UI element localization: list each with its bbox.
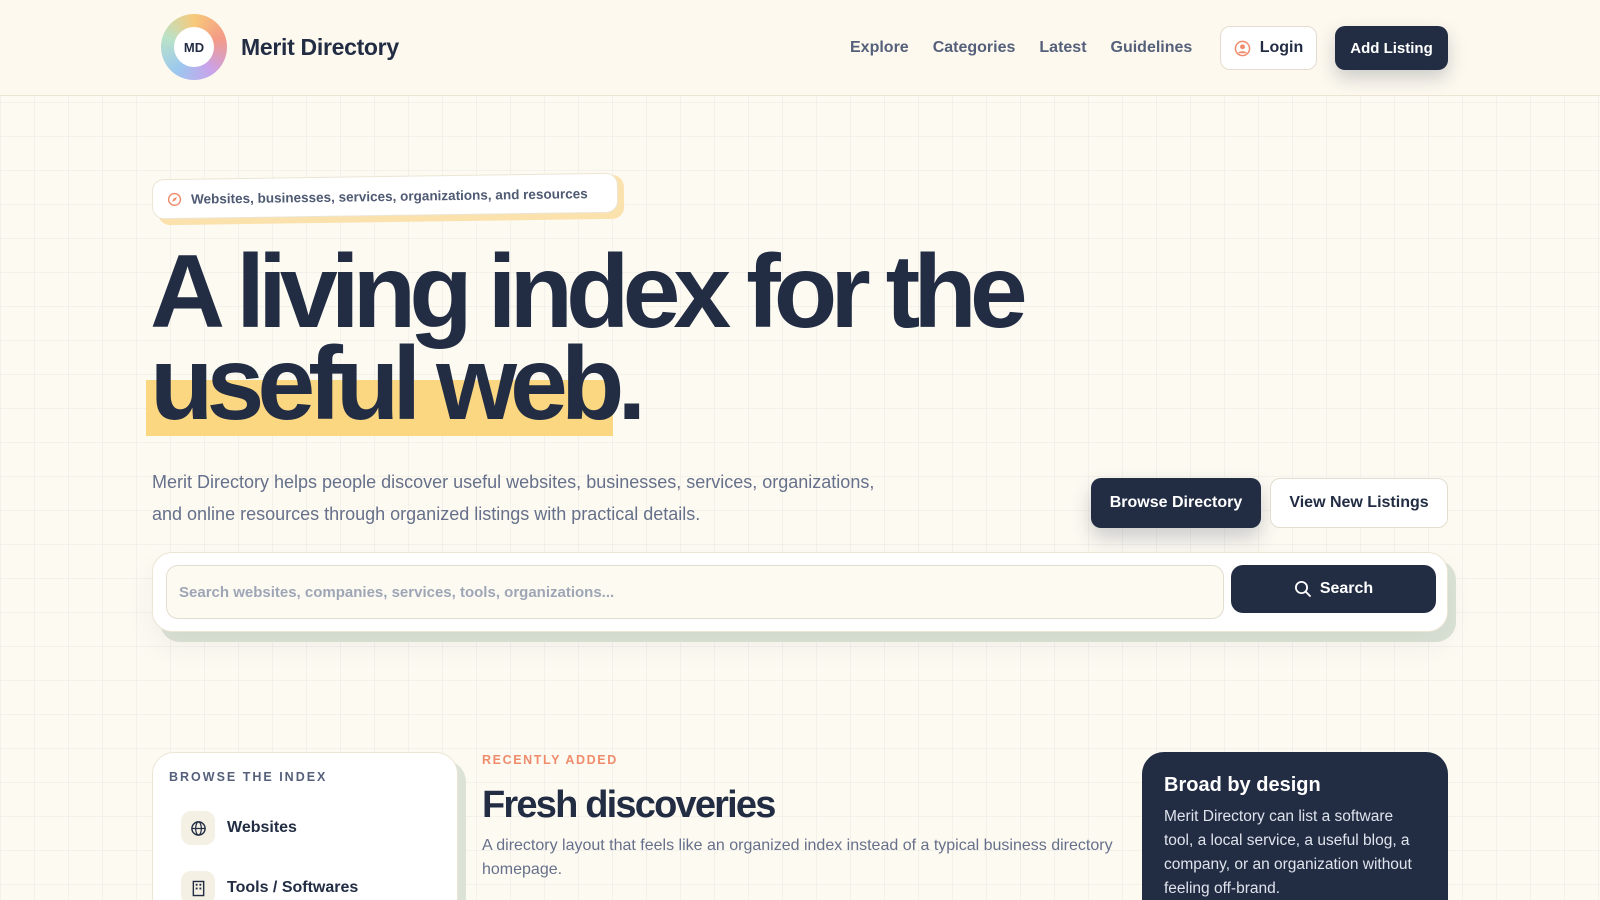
brand-logo-text: MD: [174, 27, 214, 67]
info-card-title: Broad by design: [1164, 774, 1321, 796]
search-input[interactable]: [166, 565, 1224, 619]
globe-icon: [181, 811, 215, 845]
nav-explore[interactable]: Explore: [850, 39, 909, 57]
main-nav: Explore Categories Latest Guidelines: [850, 39, 1216, 57]
hero-badge: Websites, businesses, services, organiza…: [151, 172, 619, 220]
hero-description: Merit Directory helps people discover us…: [152, 472, 875, 524]
browse-sidebar: BROWSE THE INDEX Websites Tools / Softwa…: [152, 752, 458, 900]
building-icon: [181, 871, 215, 900]
search-button-label: Search: [1319, 580, 1374, 597]
sidebar-item-tools-softwares[interactable]: Tools / Softwares: [181, 871, 358, 900]
headline-period: .: [617, 326, 646, 442]
brand-logo[interactable]: MD: [161, 14, 227, 80]
info-card: Broad by design Merit Directory can list…: [1142, 752, 1448, 900]
nav-guidelines[interactable]: Guidelines: [1111, 39, 1193, 57]
browse-directory-button[interactable]: Browse Directory: [1091, 478, 1261, 528]
recent-kicker: RECENTLY ADDED: [482, 753, 618, 767]
headline-highlight: useful web: [146, 332, 624, 436]
recent-title: Fresh discoveries: [482, 784, 776, 826]
add-listing-button[interactable]: Add Listing: [1335, 26, 1448, 70]
view-new-listings-button[interactable]: View New Listings: [1270, 478, 1448, 528]
hero-badge-text: Websites, businesses, services, organiza…: [190, 185, 588, 207]
sidebar-item-label: Tools / Softwares: [227, 879, 359, 896]
search-icon: [1294, 581, 1311, 597]
hero-headline: A living index for the useful web .: [146, 240, 1028, 436]
site-header: MD Merit Directory Explore Categories La…: [0, 0, 1600, 96]
headline-highlight-text: useful web: [150, 326, 624, 442]
recent-description: A directory layout that feels like an or…: [482, 837, 1113, 878]
info-card-text: Merit Directory can list a software tool…: [1164, 808, 1412, 897]
nav-categories[interactable]: Categories: [933, 39, 1016, 57]
search-panel: Search: [152, 552, 1448, 632]
search-button[interactable]: Search: [1231, 565, 1436, 613]
brand-name[interactable]: Merit Directory: [241, 34, 399, 61]
sidebar-title: BROWSE THE INDEX: [169, 770, 328, 784]
login-button[interactable]: Login: [1220, 26, 1317, 70]
user-icon: [1234, 40, 1251, 56]
compass-icon: [167, 192, 182, 206]
sidebar-item-websites[interactable]: Websites: [181, 811, 297, 845]
login-label: Login: [1259, 39, 1304, 56]
sidebar-item-label: Websites: [227, 819, 297, 836]
nav-latest[interactable]: Latest: [1039, 39, 1086, 57]
